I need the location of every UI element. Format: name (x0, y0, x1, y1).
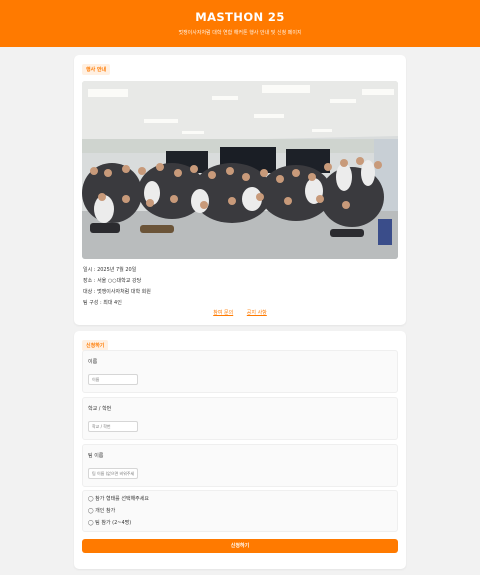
event-group-photo (82, 81, 398, 259)
school-field-group: 학교 / 학번 (82, 397, 398, 440)
event-info-card: 행사 안내 일시: 2025년 7월 20일 장소: 서울 ○○대학교 강당… (74, 55, 406, 325)
event-info-tag: 행사 안내 (82, 64, 111, 75)
submit-button[interactable]: 신청하기 (82, 539, 398, 553)
radio-individual-label: ◯ 개인 참가 (88, 508, 116, 514)
team-input[interactable] (88, 468, 138, 479)
team-label: 팀 이름 (88, 453, 104, 459)
radio-team[interactable]: ◯ 팀 참가 (2~4명) (88, 519, 131, 526)
group-photo-illustration (82, 81, 398, 259)
page-subtitle: 멋쟁이사자처럼 대학 연합 해커톤 행사 안내 및 신청 페이지 (178, 30, 302, 36)
name-field-group: 이름 (82, 350, 398, 393)
page-header: MASTHON 25 멋쟁이사자처럼 대학 연합 해커톤 행사 안내 및 신청 … (0, 0, 480, 47)
radio-individual[interactable]: ◯ 개인 참가 (88, 507, 115, 514)
school-label: 학교 / 학번 (88, 406, 112, 412)
event-date: 일시 : 2025년 7월 20일 (83, 267, 137, 273)
inquiry-link[interactable]: 참여 문의 (213, 310, 233, 316)
event-location: 장소 : 서울 ○○대학교 강당 (83, 278, 142, 284)
event-team-size: 팀 구성 : 최대 4인 (83, 300, 122, 306)
page-title: MASTHON 25 (195, 10, 285, 24)
team-field-group: 팀 이름 (82, 444, 398, 487)
participation-type-group: ◯ 참가 형태를 선택해주세요 ◯ 개인 참가 ◯ 팀 참가 (2~4명) (82, 490, 398, 532)
radio-team-label: ◯ 팀 참가 (2~4명) (88, 520, 132, 526)
participation-question: ◯ 참가 형태를 선택해주세요 (88, 496, 149, 502)
name-label: 이름 (88, 359, 98, 365)
school-input[interactable] (88, 421, 138, 432)
name-input[interactable] (88, 374, 138, 385)
notice-link[interactable]: 공지 사항 (247, 310, 267, 316)
event-links: 참여 문의 공지 사항 (74, 309, 406, 316)
event-target: 대상 : 멋쟁이사자처럼 대학 회원 (83, 289, 151, 295)
registration-form-card: 신청하기 이름 학교 / 학번 팀 이름 ◯ 참가 형태를 선택해주세요 ◯ 개… (74, 331, 406, 569)
